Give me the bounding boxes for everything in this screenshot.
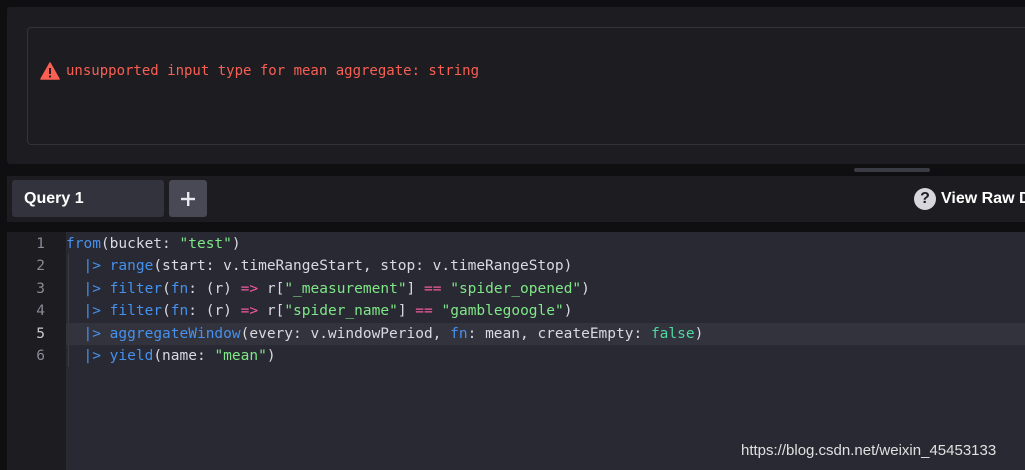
code-token: ) — [694, 325, 704, 342]
query-tab-bar: Query 1 ? View Raw D — [7, 176, 1025, 222]
code-token: : (r) — [188, 303, 241, 319]
view-raw-label: View Raw D — [941, 190, 1025, 207]
code-token: filter — [109, 280, 163, 297]
code-token: |> — [83, 325, 101, 342]
code-line[interactable]: |> aggregateWindow(every: v.windowPeriod… — [66, 322, 1025, 345]
code-token: : mean, createEmpty: — [467, 325, 651, 342]
code-token: r[ — [258, 280, 285, 297]
code-token: range — [109, 258, 154, 274]
watermark: https://blog.csdn.net/weixin_45453133 — [741, 442, 997, 459]
code-token: fn — [170, 280, 189, 297]
code-token: => — [240, 303, 259, 319]
code-token: (bucket: — [100, 235, 180, 252]
code-token: fn — [450, 325, 468, 342]
code-token: == — [415, 303, 433, 319]
line-number-gutter: 1 2 3 4 5 6 — [7, 232, 66, 470]
code-token: aggregateWindow — [109, 325, 241, 342]
view-raw-data-toggle[interactable]: ? View Raw D — [914, 187, 1025, 211]
code-line[interactable]: |> filter(fn: (r) => r["spider_name"] ==… — [66, 300, 1025, 323]
code-token: "mean" — [214, 348, 267, 364]
question-icon: ? — [914, 188, 936, 210]
error-text: unsupported input type for mean aggregat… — [66, 63, 480, 79]
code-token: ( — [162, 280, 171, 297]
code-token: |> — [83, 258, 101, 274]
code-token: |> — [83, 348, 101, 364]
plus-icon — [181, 191, 195, 206]
line-number: 1 — [36, 235, 45, 252]
influx-query-builder: unsupported input type for mean aggregat… — [0, 0, 1025, 470]
code-line[interactable]: |> range(start: v.timeRangeStart, stop: … — [66, 255, 1025, 278]
code-token: "_measurement" — [284, 280, 407, 297]
code-token: ] — [397, 303, 416, 319]
line-number: 3 — [36, 280, 45, 297]
code-token: filter — [109, 303, 163, 319]
code-token: (start: v.timeRangeStart, stop: v.timeRa… — [153, 258, 573, 274]
code-token: |> — [83, 303, 101, 319]
flux-code-editor[interactable]: 1 2 3 4 5 6 from(bucket: "test") |> range(sta… — [7, 232, 1025, 470]
code-token: "test" — [179, 235, 232, 252]
code-token: r[ — [258, 303, 285, 319]
code-token: : (r) — [188, 280, 241, 297]
code-token: yield — [109, 348, 154, 364]
code-token: (name: — [153, 348, 215, 364]
tab-label: Query 1 — [24, 189, 84, 207]
code-token: ) — [231, 235, 241, 252]
code-token: "gamblegoogle" — [441, 303, 564, 319]
code-line[interactable]: |> yield(name: "mean") — [66, 345, 1025, 368]
code-token: ) — [266, 348, 276, 364]
code-token: (every: v.windowPeriod, — [240, 325, 451, 342]
code-token: == — [424, 280, 442, 297]
line-number: 5 — [36, 325, 45, 342]
code-token: "spider_opened" — [450, 280, 582, 297]
line-number: 4 — [36, 303, 45, 319]
code-line[interactable]: |> filter(fn: (r) => r["_measurement"] =… — [66, 278, 1025, 301]
warning-icon — [40, 62, 60, 80]
code-token: |> — [83, 280, 101, 297]
tab-query-1[interactable]: Query 1 — [12, 180, 164, 217]
line-number: 2 — [36, 258, 45, 274]
code-token: fn — [170, 303, 189, 319]
code-token: false — [650, 325, 695, 342]
add-query-button[interactable] — [169, 180, 207, 217]
code-token: from — [66, 235, 101, 252]
code-area[interactable]: from(bucket: "test") |> range(start: v.t… — [66, 232, 1025, 470]
results-panel: unsupported input type for mean aggregat… — [7, 7, 1025, 164]
code-token: ) — [581, 280, 590, 297]
code-line[interactable]: from(bucket: "test") — [66, 233, 1025, 256]
resize-drag-handle[interactable] — [854, 168, 930, 172]
error-message-box: unsupported input type for mean aggregat… — [27, 27, 1025, 145]
code-token: "spider_name" — [284, 303, 398, 319]
code-token: ] — [406, 280, 425, 297]
error-line: unsupported input type for mean aggregat… — [40, 61, 479, 81]
code-token: ) — [563, 303, 573, 319]
code-token: => — [240, 280, 259, 297]
code-token: ( — [162, 303, 171, 319]
line-number: 6 — [36, 348, 45, 364]
